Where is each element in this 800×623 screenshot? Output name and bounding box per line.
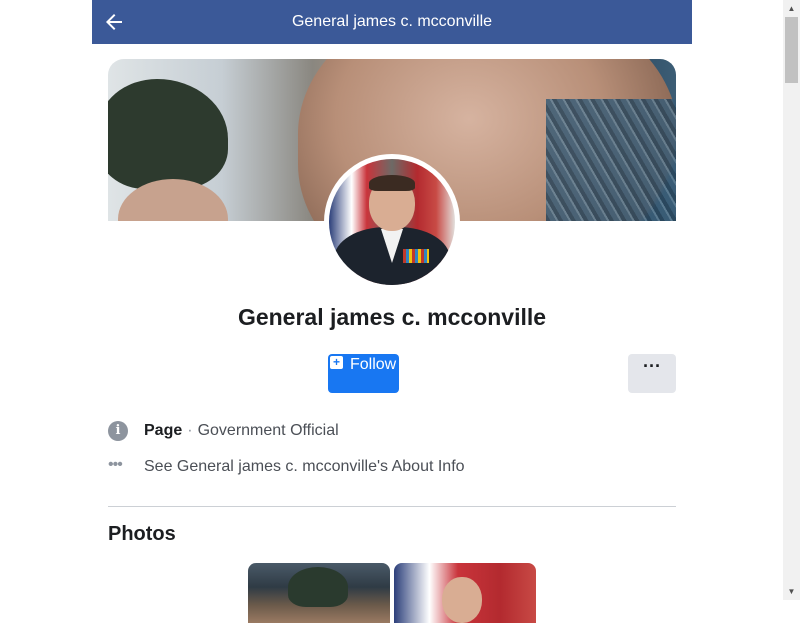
top-header-bar: General james c. mcconville (92, 0, 692, 44)
section-divider (108, 506, 676, 507)
plus-icon: + (330, 356, 343, 369)
profile-picture-frame (324, 154, 460, 290)
ellipsis-icon: ••• (108, 456, 123, 473)
photo-thumbnail[interactable] (394, 563, 536, 623)
photos-section-title: Photos (108, 523, 176, 545)
cover-beret-shape (108, 79, 228, 189)
avatar-ribbons-shape (403, 249, 429, 263)
scroll-down-arrow-icon[interactable]: ▼ (783, 583, 800, 600)
photo-thumbnail[interactable] (248, 563, 390, 623)
vertical-scrollbar[interactable]: ▲ ▼ (783, 0, 800, 600)
info-icon: i (108, 421, 128, 441)
page-label: Page (144, 422, 183, 439)
category-label: Government Official (197, 422, 339, 439)
scrollbar-thumb[interactable] (785, 17, 798, 83)
more-options-button[interactable]: ··· (628, 354, 676, 393)
separator-dot: · (187, 422, 193, 439)
profile-picture[interactable] (329, 159, 455, 285)
follow-button[interactable]: + Follow (328, 354, 399, 393)
more-dots-icon: ··· (643, 356, 661, 376)
scroll-up-arrow-icon[interactable]: ▲ (783, 0, 800, 17)
header-title: General james c. mcconville (291, 13, 493, 30)
cover-crowd-shape (546, 99, 676, 221)
follow-button-label: Follow (350, 356, 397, 373)
about-info-link[interactable]: See General james c. mcconville's About … (144, 458, 465, 476)
profile-name: General james c. mcconville (237, 304, 547, 330)
avatar-hair-shape (369, 175, 415, 191)
page-category-text: Page · Government Official (144, 422, 339, 440)
